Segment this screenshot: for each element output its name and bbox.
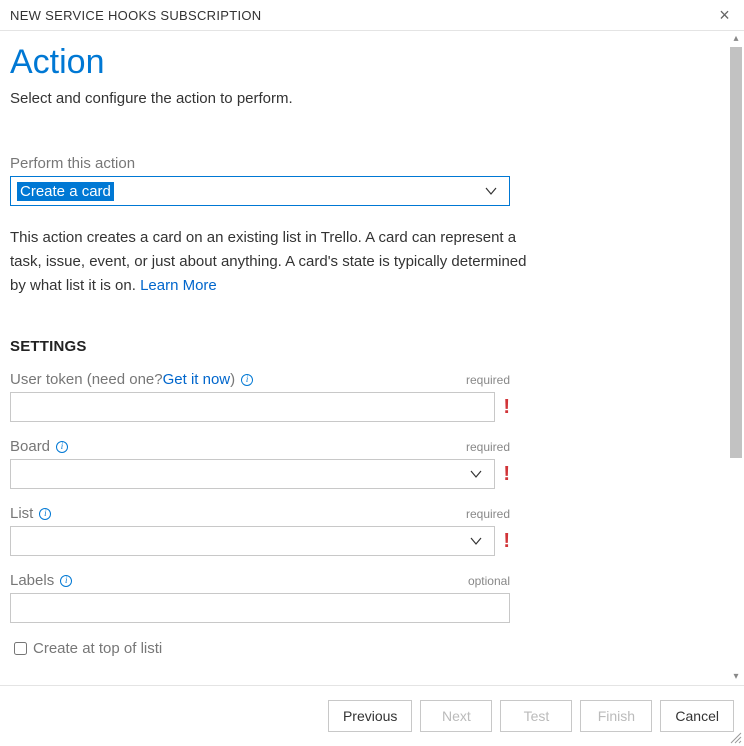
scroll-down-icon[interactable]: ▾ — [730, 671, 742, 683]
field-control-row: ! — [10, 392, 510, 422]
info-icon[interactable]: i — [56, 441, 68, 453]
chevron-down-icon — [468, 533, 484, 549]
field-user-token: User token (need one? Get it now ) i req… — [10, 371, 510, 422]
info-icon[interactable]: i — [159, 640, 162, 657]
chevron-down-icon — [468, 466, 484, 482]
previous-button[interactable]: Previous — [328, 700, 412, 732]
page-subtitle: Select and configure the action to perfo… — [10, 90, 718, 107]
user-token-label-prefix: User token (need one? — [10, 371, 163, 388]
action-description-text: This action creates a card on an existin… — [10, 229, 526, 294]
create-top-label: Create at top of list — [33, 640, 159, 657]
labels-input[interactable] — [10, 593, 510, 623]
action-label: Perform this action — [10, 155, 718, 172]
next-button[interactable]: Next — [420, 700, 492, 732]
error-icon: ! — [503, 464, 510, 484]
service-hooks-dialog: NEW SERVICE HOOKS SUBSCRIPTION × Action … — [0, 0, 744, 746]
error-icon: ! — [503, 531, 510, 551]
dialog-title: NEW SERVICE HOOKS SUBSCRIPTION — [10, 8, 261, 23]
action-select-value: Create a card — [17, 182, 114, 201]
page-title: Action — [10, 43, 718, 82]
optional-tag: optional — [468, 574, 510, 588]
close-icon[interactable]: × — [715, 6, 734, 24]
user-token-label-suffix: ) — [230, 371, 235, 388]
field-control-row: ! — [10, 459, 510, 489]
info-icon[interactable]: i — [39, 508, 51, 520]
field-create-top: Create at top of list i — [10, 639, 718, 658]
board-select[interactable] — [10, 459, 495, 489]
required-tag: required — [466, 507, 510, 521]
required-tag: required — [466, 373, 510, 387]
scroll-content: Action Select and configure the action t… — [0, 31, 728, 685]
action-description: This action creates a card on an existin… — [10, 226, 540, 298]
resize-grip-icon — [728, 730, 742, 744]
error-icon: ! — [503, 397, 510, 417]
field-label-row: Labels i optional — [10, 572, 510, 589]
finish-button[interactable]: Finish — [580, 700, 652, 732]
field-control-row — [10, 593, 510, 623]
field-list: List i required ! — [10, 505, 510, 556]
dialog-body: Action Select and configure the action t… — [0, 31, 744, 685]
list-label: List — [10, 505, 33, 522]
dialog-footer: Previous Next Test Finish Cancel — [0, 685, 744, 746]
info-icon[interactable]: i — [241, 374, 253, 386]
user-token-input[interactable] — [10, 392, 495, 422]
create-top-checkbox[interactable] — [14, 642, 27, 655]
field-label-row: List i required — [10, 505, 510, 522]
field-board: Board i required ! — [10, 438, 510, 489]
scroll-up-icon[interactable]: ▴ — [730, 33, 742, 45]
action-select[interactable]: Create a card — [10, 176, 510, 206]
scrollbar[interactable]: ▴ ▾ — [730, 33, 742, 683]
field-control-row: ! — [10, 526, 510, 556]
labels-label: Labels — [10, 572, 54, 589]
field-label-row: User token (need one? Get it now ) i req… — [10, 371, 510, 388]
scrollbar-thumb[interactable] — [730, 47, 742, 458]
required-tag: required — [466, 440, 510, 454]
info-icon[interactable]: i — [60, 575, 72, 587]
test-button[interactable]: Test — [500, 700, 572, 732]
chevron-down-icon — [483, 183, 499, 199]
learn-more-link[interactable]: Learn More — [140, 277, 217, 294]
field-label-row: Board i required — [10, 438, 510, 455]
scrollbar-track[interactable] — [730, 47, 742, 669]
cancel-button[interactable]: Cancel — [660, 700, 734, 732]
field-labels: Labels i optional — [10, 572, 510, 623]
settings-heading: SETTINGS — [10, 338, 718, 355]
get-it-now-link[interactable]: Get it now — [163, 371, 231, 388]
dialog-titlebar: NEW SERVICE HOOKS SUBSCRIPTION × — [0, 0, 744, 31]
list-select[interactable] — [10, 526, 495, 556]
board-label: Board — [10, 438, 50, 455]
